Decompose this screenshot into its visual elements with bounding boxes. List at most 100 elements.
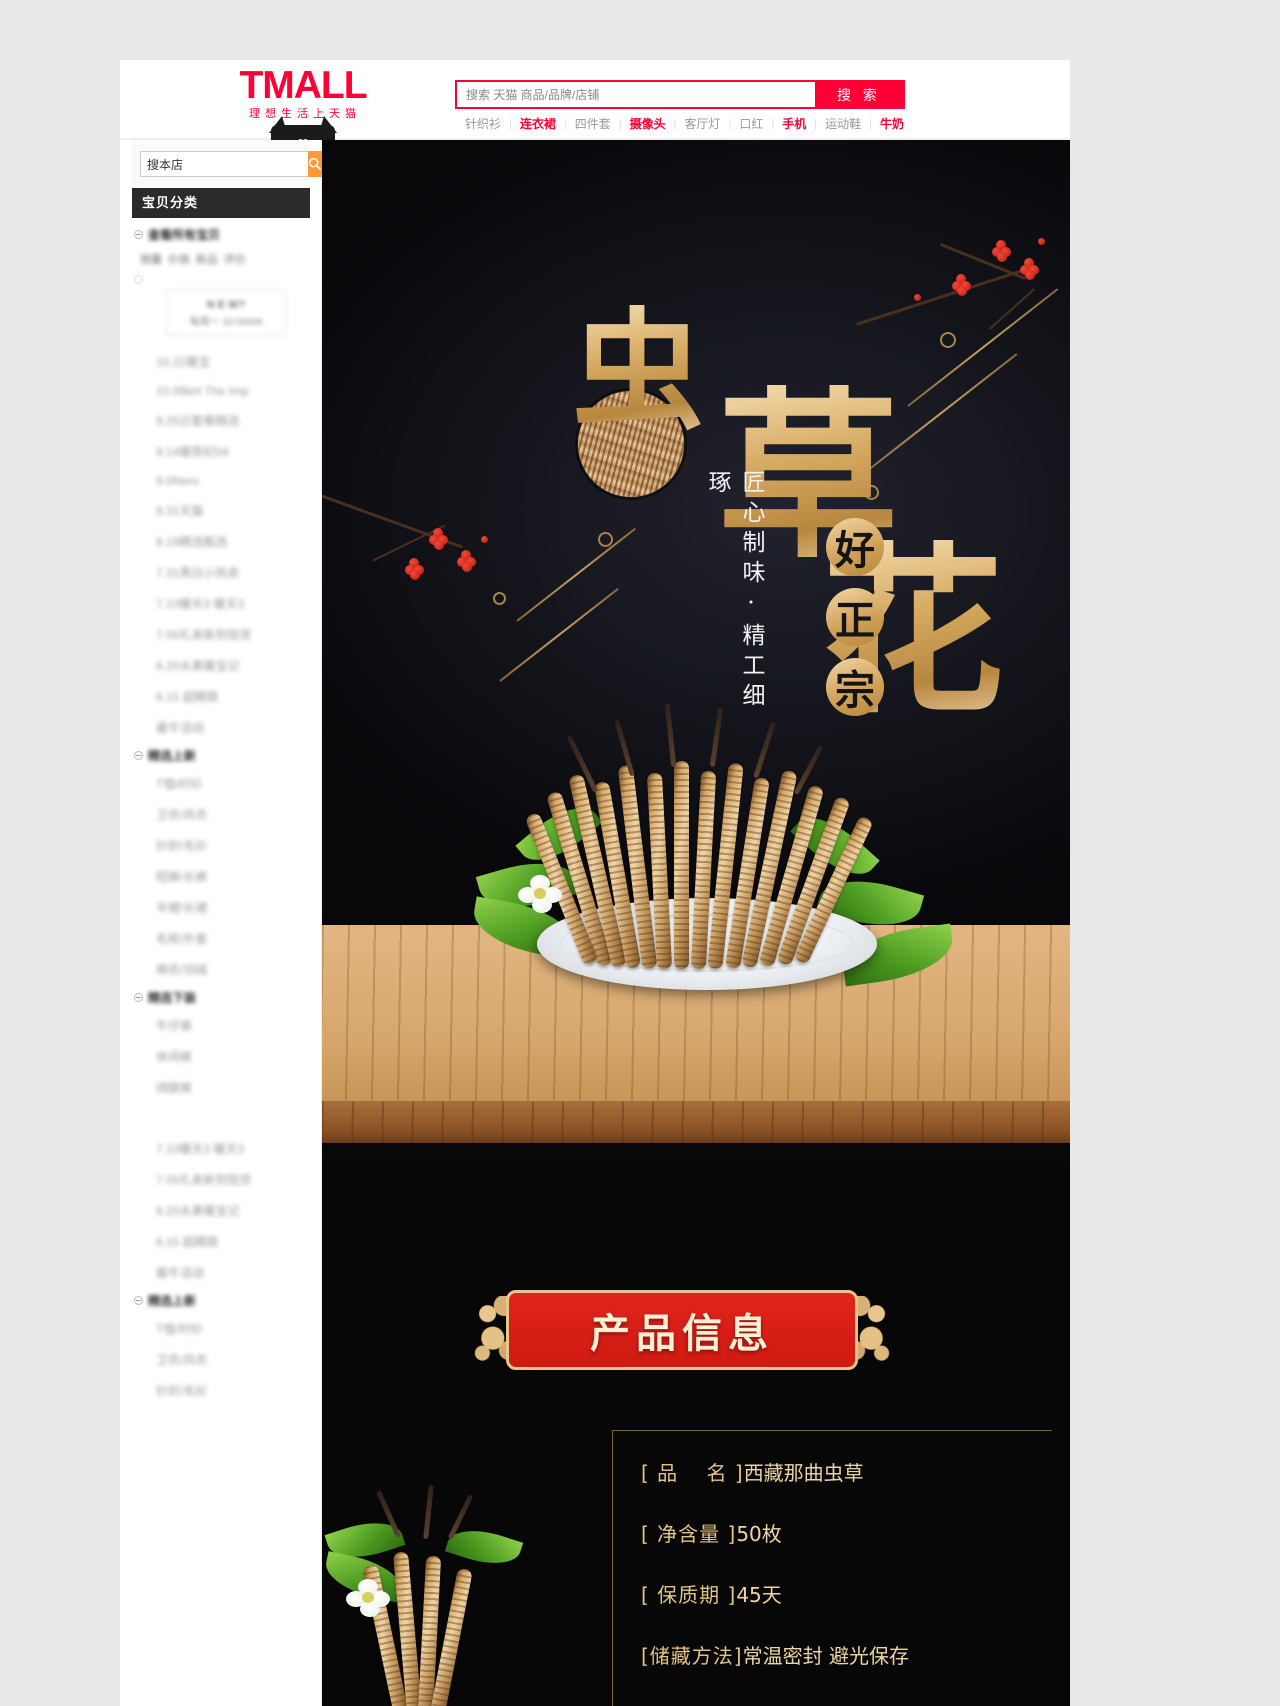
tmall-logo[interactable]: TMALL 理想生活上天猫 xyxy=(233,66,373,122)
hot-keyword-5[interactable]: 口红 xyxy=(731,115,771,132)
list-item[interactable]: 牛仔裤 xyxy=(132,1010,312,1041)
list-item[interactable]: 7.05礼来新到现货 xyxy=(132,1164,312,1195)
sort-tag-3[interactable]: 评价 xyxy=(224,251,246,267)
category-group-2[interactable]: 精选下装 xyxy=(132,985,312,1010)
sort-tag-1[interactable]: 价格 xyxy=(168,251,190,267)
hero-vertical-slogan: 匠心制味·精工细琢 xyxy=(704,470,764,713)
hot-keyword-8[interactable]: 牛奶 xyxy=(872,115,912,132)
hot-keyword-2[interactable]: 四件套 xyxy=(567,115,619,132)
collapse-minus-icon[interactable] xyxy=(134,230,143,239)
list-item[interactable]: 最牛活动 xyxy=(132,1257,312,1288)
hot-keyword-3[interactable]: 摄像头 xyxy=(622,115,674,132)
seal-zheng: 正 xyxy=(826,588,884,646)
info-row: [ 保质期 ]45天 xyxy=(641,1579,1052,1608)
category-group-label: 精选下装 xyxy=(148,991,197,1005)
list-item[interactable]: 卫衣/风衣 xyxy=(132,799,312,830)
sort-tag-0[interactable]: 销量 xyxy=(140,251,162,267)
list-item[interactable]: 10.22暖宝 xyxy=(132,346,312,377)
title-char-1: 虫 xyxy=(572,293,704,448)
list-item[interactable]: 卫衣/风衣 xyxy=(132,1344,312,1375)
hot-keyword-6[interactable]: 手机 xyxy=(774,115,814,132)
page-body: 宝贝分类 查看所有宝贝 销量 价格 新品 评价 N E W? 每周一 10:00… xyxy=(120,140,1070,1706)
list-item[interactable]: T恤/衬衫 xyxy=(132,768,312,799)
collapse-minus-icon[interactable] xyxy=(134,751,143,760)
list-item[interactable]: 6.20水果暖宝记 xyxy=(132,1195,312,1226)
search-input[interactable] xyxy=(457,82,815,107)
product-detail-column: 虫 草 花 好 正 宗 匠心制味·精工细琢 产品信息 [品 名]西藏那曲虫草… xyxy=(322,140,1070,1706)
list-item[interactable]: 阔腿裤 xyxy=(132,1072,312,1103)
list-item[interactable]: 7.10暖天3 暖天3 xyxy=(132,588,312,619)
list-item[interactable]: 半裙/长裙 xyxy=(132,892,312,923)
info-value: 45天 xyxy=(736,1583,782,1607)
promo-line-2: 每周一 10:00AM xyxy=(189,316,263,328)
info-key: [储藏方法] xyxy=(641,1644,743,1668)
search-icon xyxy=(308,157,322,171)
wood-table-edge xyxy=(322,1101,1070,1143)
info-value: 常温密封 避光保存 xyxy=(742,1644,909,1668)
tmall-logo-word: TMALL xyxy=(239,64,367,107)
list-item[interactable]: 9.19精选甄选 xyxy=(132,526,312,557)
hot-keyword-4[interactable]: 客厅灯 xyxy=(677,115,729,132)
cordyceps-sprout xyxy=(709,706,724,768)
shop-sidebar: 宝贝分类 查看所有宝贝 销量 价格 新品 评价 N E W? 每周一 10:00… xyxy=(120,140,322,1706)
promo-badge[interactable]: N E W? 每周一 10:00AM xyxy=(166,290,286,336)
list-item[interactable]: 6.20水果暖宝记 xyxy=(132,650,312,681)
category-group-4[interactable]: 精选上新 xyxy=(132,1288,312,1313)
bullet-icon xyxy=(134,275,143,284)
secondary-product-photo xyxy=(322,1427,532,1706)
hot-keyword-0[interactable]: 针织衫 xyxy=(457,115,509,132)
list-item[interactable]: 短裤/长裤 xyxy=(132,861,312,892)
info-value: 50枚 xyxy=(736,1522,782,1546)
seal-hao: 好 xyxy=(826,518,884,576)
hot-keyword-1[interactable]: 连衣裙 xyxy=(512,115,564,132)
info-key: [ 品 名 ] xyxy=(641,1461,744,1485)
list-item[interactable]: 9.31天猫 xyxy=(132,495,312,526)
list-item[interactable]: 7.31黑白小热卖 xyxy=(132,557,312,588)
category-group-1[interactable]: 精选上新 xyxy=(132,743,312,768)
list-item[interactable]: 棉衣/羽绒 xyxy=(132,954,312,985)
cordyceps-sprout xyxy=(664,702,677,768)
category-group-view-all[interactable]: 查看所有宝贝 xyxy=(132,222,312,247)
list-item[interactable]: 7.05礼来新到现货 xyxy=(132,619,312,650)
list-item[interactable]: 针织/毛衫 xyxy=(132,830,312,861)
global-search-bar: 搜 索 xyxy=(455,80,905,109)
list-item[interactable]: 针织/毛衫 xyxy=(132,1375,312,1406)
sort-tag-2[interactable]: 新品 xyxy=(196,251,218,267)
info-row: [ 净含量 ]50枚 xyxy=(641,1518,1052,1547)
tmall-header: TMALL 理想生活上天猫 搜 索 针织衫 | 连衣裙 | 四件套 | 摄像头 … xyxy=(120,60,1070,151)
list-item[interactable]: 9.25日套餐精选 xyxy=(132,405,312,436)
cordyceps-sprout xyxy=(423,1484,434,1540)
white-flower xyxy=(346,1579,392,1619)
promo-line-1: N E W? xyxy=(206,298,246,311)
list-item[interactable]: 最牛活动 xyxy=(132,712,312,743)
shop-search-input[interactable] xyxy=(140,151,308,177)
category-panel-title: 宝贝分类 xyxy=(132,188,310,218)
collapse-minus-icon[interactable] xyxy=(134,993,143,1002)
list-item[interactable]: 休闲裤 xyxy=(132,1041,312,1072)
shop-search-button[interactable] xyxy=(308,151,322,177)
cordyceps-sprout xyxy=(753,721,776,779)
cordyceps-piece xyxy=(674,761,689,969)
list-item[interactable]: 6.15 超精致 xyxy=(132,1226,312,1257)
product-info-card: [ 品 名 ]西藏那曲虫草 [ 净含量 ]50枚 [ 保质期 ]45天 [储藏方… xyxy=(612,1430,1052,1706)
category-group-label: 查看所有宝贝 xyxy=(148,228,221,242)
category-list: 查看所有宝贝 销量 价格 新品 评价 N E W? 每周一 10:00AM 10… xyxy=(132,222,312,1406)
white-flower xyxy=(518,875,564,915)
collapse-minus-icon[interactable] xyxy=(134,1296,143,1305)
list-item[interactable]: 6.15 超精致 xyxy=(132,681,312,712)
list-item[interactable]: T恤/衬衫 xyxy=(132,1313,312,1344)
info-key: [ 保质期 ] xyxy=(641,1583,737,1607)
sort-tag-row[interactable]: 销量 价格 新品 评价 xyxy=(132,247,312,271)
list-item[interactable]: 10.06kirl The Imp xyxy=(132,377,312,405)
product-info-banner: 产品信息 xyxy=(472,1290,892,1370)
info-row: [储藏方法]常温密封 避光保存 xyxy=(641,1640,1052,1669)
search-button[interactable]: 搜 索 xyxy=(815,82,903,107)
list-item[interactable]: 毛呢/外套 xyxy=(132,923,312,954)
hot-keyword-7[interactable]: 运动鞋 xyxy=(817,115,869,132)
category-group-label: 精选上新 xyxy=(148,749,197,763)
list-item[interactable]: 9.14暖荐纪04 xyxy=(132,436,312,467)
category-group-label: 精选上新 xyxy=(148,1294,197,1308)
banner-plate: 产品信息 xyxy=(506,1290,858,1370)
list-item[interactable]: 7.10暖天3 暖天3 xyxy=(132,1133,312,1164)
list-item[interactable]: 9.0Nero xyxy=(132,467,312,495)
